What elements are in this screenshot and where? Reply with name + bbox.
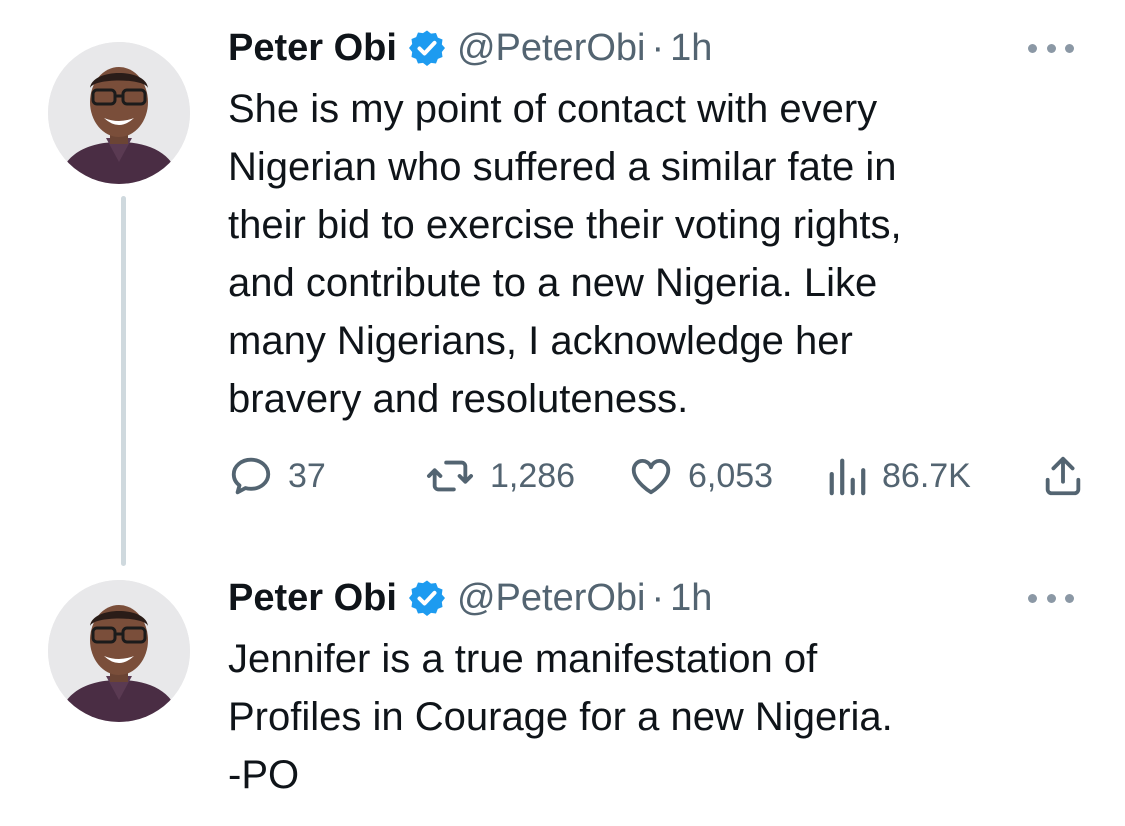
tweet-header: Peter Obi @PeterObi · 1h xyxy=(228,22,712,74)
author-handle[interactable]: @PeterObi xyxy=(457,572,646,624)
author-avatar[interactable] xyxy=(48,580,190,722)
tweet-text: She is my point of contact with every Ni… xyxy=(228,87,902,421)
tweet-1[interactable]: Peter Obi @PeterObi · 1h She is my point… xyxy=(0,0,1125,566)
thread-connector-line xyxy=(121,196,126,566)
author-name[interactable]: Peter Obi xyxy=(228,572,397,624)
like-count: 6,053 xyxy=(688,456,774,495)
tweet-actions: 37 1,286 6,053 86.7K xyxy=(228,446,1098,506)
reply-button[interactable]: 37 xyxy=(228,446,326,506)
separator-dot: · xyxy=(651,577,665,619)
retweet-count: 1,286 xyxy=(490,456,576,495)
verified-badge-icon xyxy=(407,28,447,68)
tweet-2[interactable]: Peter Obi @PeterObi · 1h Jennifer is a t… xyxy=(0,570,1125,826)
tweet-timestamp[interactable]: 1h xyxy=(670,22,712,74)
more-dots-icon[interactable] xyxy=(1028,588,1074,608)
like-button[interactable]: 6,053 xyxy=(628,446,773,506)
separator-dot: · xyxy=(651,27,665,69)
share-upload-icon xyxy=(1045,456,1081,496)
heart-icon xyxy=(631,458,671,495)
avatar-photo xyxy=(48,580,190,722)
avatar-photo xyxy=(48,42,190,184)
reply-count: 37 xyxy=(288,456,326,495)
bar-chart-icon xyxy=(829,458,866,496)
speech-bubble-icon xyxy=(231,457,271,495)
tweet-timestamp[interactable]: 1h xyxy=(670,572,712,624)
share-button[interactable] xyxy=(1040,446,1086,506)
retweet-button[interactable]: 1,286 xyxy=(424,446,575,506)
tweet-text: Jennifer is a true manifestation of Prof… xyxy=(228,637,893,797)
more-dots-icon[interactable] xyxy=(1028,38,1074,58)
tweet-header: Peter Obi @PeterObi · 1h xyxy=(228,572,712,624)
retweet-arrows-icon xyxy=(426,460,473,492)
author-avatar[interactable] xyxy=(48,42,190,184)
views-count: 86.7K xyxy=(882,456,971,495)
views-button[interactable]: 86.7K xyxy=(826,446,971,506)
verified-badge-icon xyxy=(407,578,447,618)
author-name[interactable]: Peter Obi xyxy=(228,22,397,74)
author-handle[interactable]: @PeterObi xyxy=(457,22,646,74)
